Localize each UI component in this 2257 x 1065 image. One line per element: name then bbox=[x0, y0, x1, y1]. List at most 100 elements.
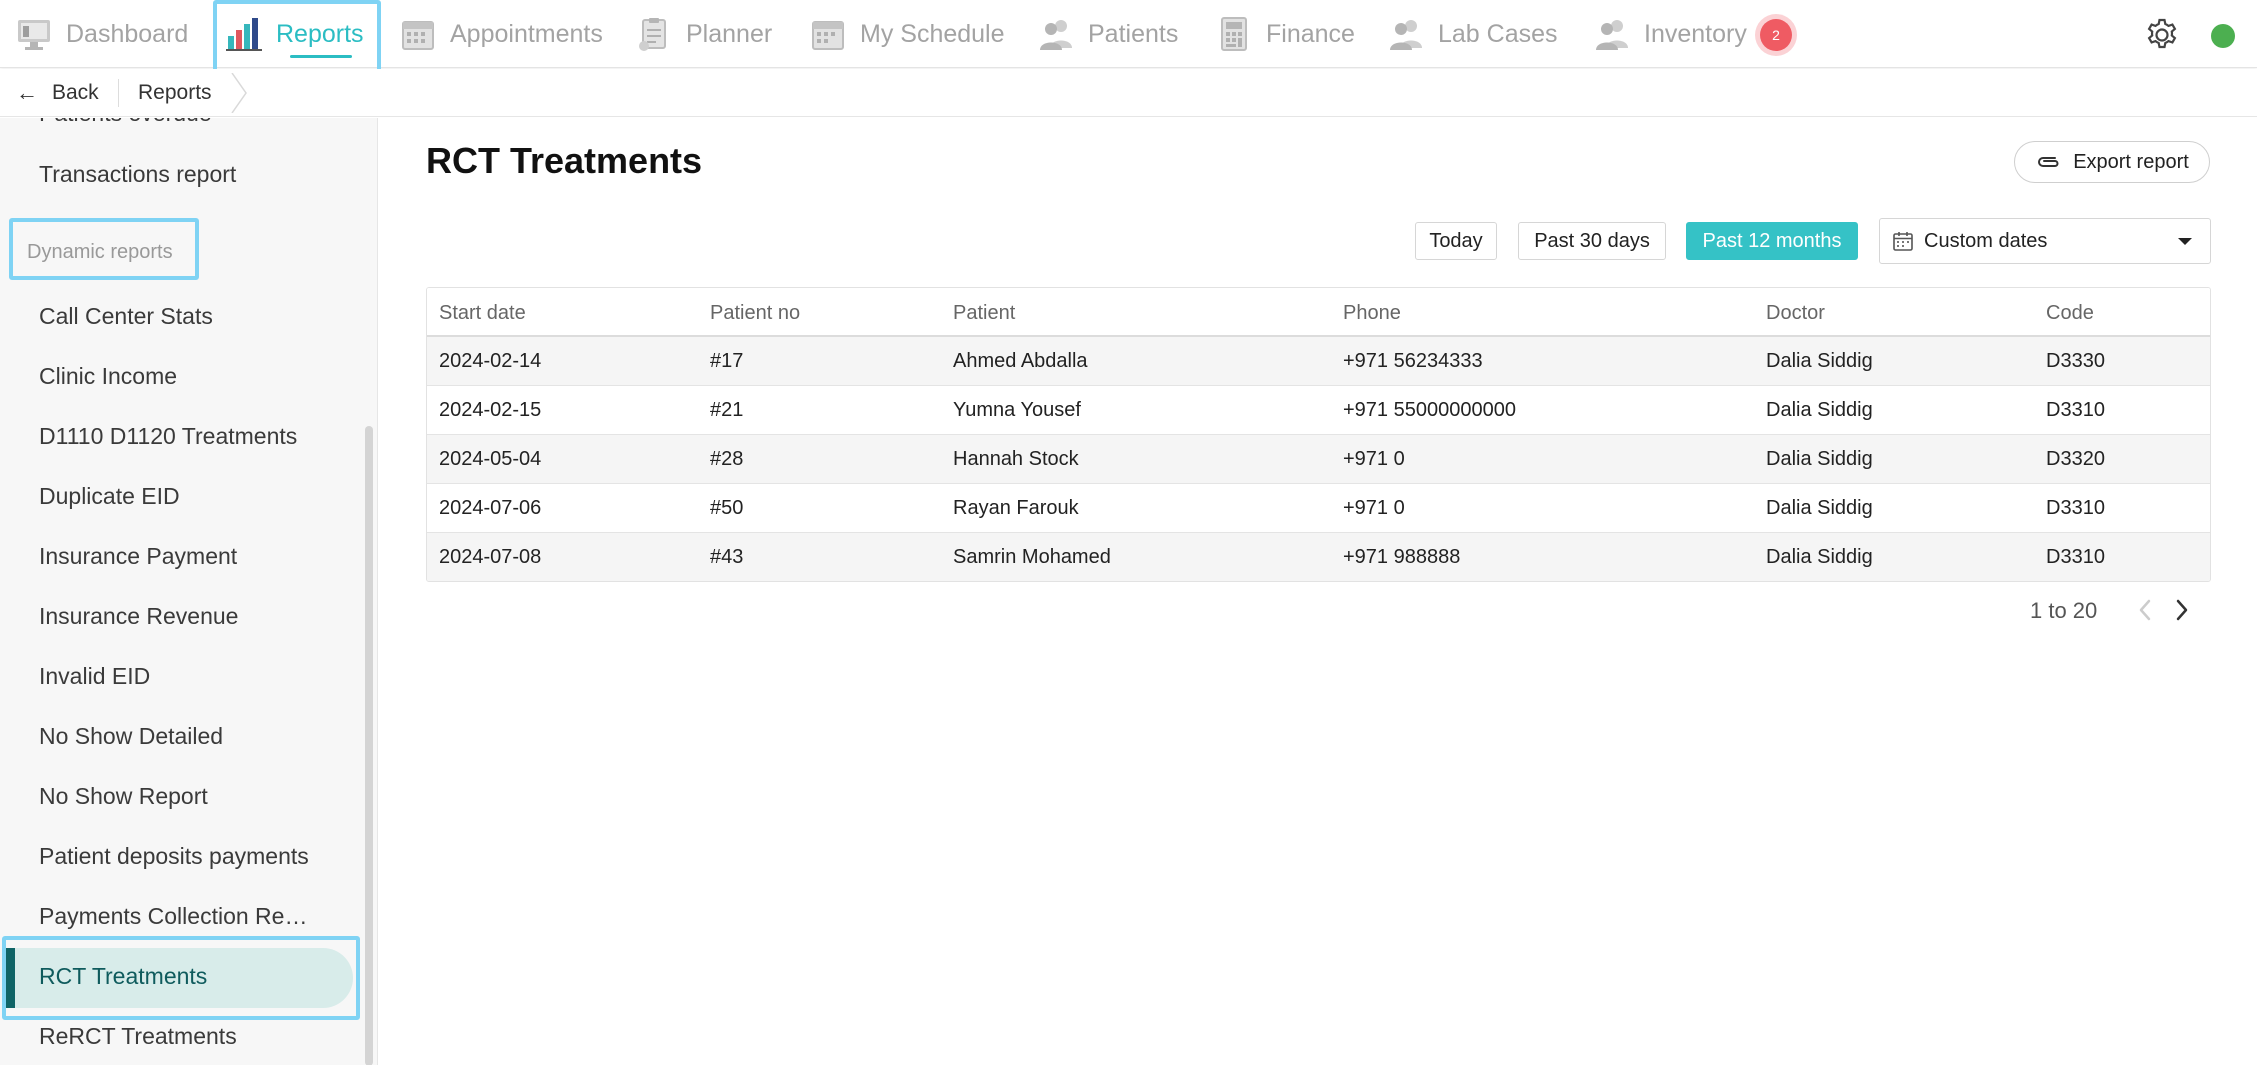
nav-my-schedule[interactable]: My Schedule bbox=[810, 0, 1005, 68]
chevron-down-icon bbox=[2178, 238, 2192, 245]
column-patient-no[interactable]: Patient no bbox=[710, 302, 800, 325]
top-navigation: Dashboard Reports Appointments Planner M… bbox=[0, 0, 2257, 68]
cell-doctor: Dalia Siddig bbox=[1766, 350, 1873, 372]
sidebar-item-duplicate-eid[interactable]: Duplicate EID bbox=[39, 483, 180, 510]
users-icon bbox=[1388, 16, 1424, 52]
cell-phone: +971 56234333 bbox=[1343, 350, 1483, 372]
nav-reports[interactable]: Reports bbox=[226, 0, 364, 68]
cell-patient-no: #50 bbox=[710, 497, 744, 519]
cell-patient: Rayan Farouk bbox=[953, 497, 1079, 519]
cell-phone: +971 0 bbox=[1343, 448, 1405, 470]
nav-lab-cases[interactable]: Lab Cases bbox=[1388, 0, 1558, 68]
column-start-date[interactable]: Start date bbox=[439, 302, 526, 325]
active-tab-underline bbox=[290, 55, 352, 58]
sidebar-item-call-center-stats[interactable]: Call Center Stats bbox=[39, 303, 213, 330]
sidebar-item-rerct-treatments[interactable]: ReRCT Treatments bbox=[39, 1023, 237, 1050]
cell-patient: Ahmed Abdalla bbox=[953, 350, 1088, 372]
cell-start-date: 2024-02-15 bbox=[439, 399, 542, 421]
calculator-icon bbox=[1216, 16, 1252, 52]
page-title: RCT Treatments bbox=[426, 140, 703, 181]
sidebar-item-patient-deposits-payments[interactable]: Patient deposits payments bbox=[39, 843, 309, 870]
sidebar-section-dynamic-reports: Dynamic reports bbox=[27, 241, 173, 263]
sidebar-item-clinic-income[interactable]: Clinic Income bbox=[39, 363, 177, 390]
nav-patients[interactable]: Patients bbox=[1038, 0, 1178, 68]
sidebar-item-insurance-payment[interactable]: Insurance Payment bbox=[39, 543, 237, 570]
cell-patient-no: #28 bbox=[710, 448, 744, 470]
nav-label: My Schedule bbox=[860, 19, 1005, 48]
back-button[interactable]: ← Back bbox=[16, 69, 99, 117]
cell-patient-no: #43 bbox=[710, 546, 744, 568]
sidebar-scrollbar[interactable] bbox=[365, 426, 373, 1065]
table-row[interactable]: 2024-07-06 #50 Rayan Farouk +971 0 Dalia… bbox=[427, 484, 2210, 533]
column-code[interactable]: Code bbox=[2046, 302, 2094, 325]
nav-label: Lab Cases bbox=[1438, 19, 1558, 48]
cell-patient-no: #21 bbox=[710, 399, 744, 421]
sidebar-item-patients-overdue[interactable]: Patients overdue bbox=[39, 118, 212, 127]
nav-label: Finance bbox=[1266, 19, 1355, 48]
nav-label: Dashboard bbox=[66, 19, 189, 48]
cell-code: D3330 bbox=[2046, 350, 2105, 372]
column-phone[interactable]: Phone bbox=[1343, 302, 1401, 325]
chevron-left-icon[interactable] bbox=[2135, 596, 2155, 624]
table-row[interactable]: 2024-02-15 #21 Yumna Yousef +971 5500000… bbox=[427, 386, 2210, 435]
nav-inventory[interactable]: Inventory bbox=[1594, 0, 1747, 68]
calendar-icon bbox=[810, 16, 846, 52]
range-today-button[interactable]: Today bbox=[1415, 222, 1497, 260]
rct-treatments-table: Start date Patient no Patient Phone Doct… bbox=[426, 287, 2211, 582]
divider bbox=[118, 79, 119, 107]
range-past-12-months-button[interactable]: Past 12 months bbox=[1686, 222, 1858, 260]
inventory-badge: 2 bbox=[1760, 19, 1792, 51]
cell-doctor: Dalia Siddig bbox=[1766, 497, 1873, 519]
sidebar-item-no-show-report[interactable]: No Show Report bbox=[39, 783, 208, 810]
custom-dates-select[interactable]: Custom dates bbox=[1879, 218, 2211, 264]
table-row[interactable]: 2024-05-04 #28 Hannah Stock +971 0 Dalia… bbox=[427, 435, 2210, 484]
calendar-icon bbox=[400, 16, 436, 52]
gear-icon[interactable] bbox=[2144, 17, 2180, 53]
back-label: Back bbox=[52, 81, 99, 104]
chevron-right-icon[interactable] bbox=[2172, 596, 2192, 624]
clipboard-icon bbox=[636, 16, 672, 52]
cell-doctor: Dalia Siddig bbox=[1766, 399, 1873, 421]
nav-label: Planner bbox=[686, 19, 773, 48]
sidebar-item-invalid-eid[interactable]: Invalid EID bbox=[39, 663, 150, 690]
column-patient[interactable]: Patient bbox=[953, 302, 1015, 325]
breadcrumb-chevron-icon bbox=[231, 73, 247, 113]
users-icon bbox=[1038, 16, 1074, 52]
sidebar-item-rct-treatments[interactable]: RCT Treatments bbox=[39, 963, 207, 990]
users-icon bbox=[1594, 16, 1630, 52]
column-doctor[interactable]: Doctor bbox=[1766, 302, 1825, 325]
cell-patient-no: #17 bbox=[710, 350, 744, 372]
nav-dashboard[interactable]: Dashboard bbox=[16, 0, 188, 68]
nav-planner[interactable]: Planner bbox=[636, 0, 772, 68]
cell-phone: +971 988888 bbox=[1343, 546, 1461, 568]
sidebar-item-payments-collection-report[interactable]: Payments Collection Re… bbox=[39, 903, 307, 930]
monitor-icon bbox=[16, 16, 52, 52]
breadcrumb[interactable]: Reports bbox=[138, 69, 212, 117]
nav-label: Appointments bbox=[450, 19, 603, 48]
cell-start-date: 2024-05-04 bbox=[439, 448, 542, 470]
cell-doctor: Dalia Siddig bbox=[1766, 448, 1873, 470]
cell-patient: Yumna Yousef bbox=[953, 399, 1081, 421]
calendar-icon bbox=[1893, 232, 1913, 251]
nav-finance[interactable]: Finance bbox=[1216, 0, 1355, 68]
sidebar-item-transactions-report[interactable]: Transactions report bbox=[39, 161, 236, 188]
table-row[interactable]: 2024-02-14 #17 Ahmed Abdalla +971 562343… bbox=[427, 337, 2210, 386]
cell-phone: +971 0 bbox=[1343, 497, 1405, 519]
reports-sidebar: Patients overdue Transactions report Dyn… bbox=[0, 118, 378, 1065]
sidebar-item-d1110-d1120-treatments[interactable]: D1110 D1120 Treatments bbox=[39, 423, 297, 450]
cell-start-date: 2024-07-08 bbox=[439, 546, 542, 568]
export-report-button[interactable]: Export report bbox=[2014, 141, 2210, 183]
cell-start-date: 2024-07-06 bbox=[439, 497, 542, 519]
nav-appointments[interactable]: Appointments bbox=[400, 0, 603, 68]
nav-label: Patients bbox=[1088, 19, 1179, 48]
range-past-30-days-button[interactable]: Past 30 days bbox=[1518, 222, 1666, 260]
pagination-range: 1 to 20 bbox=[2030, 598, 2098, 623]
custom-dates-label: Custom dates bbox=[1924, 229, 2048, 252]
sub-toolbar: ← Back Reports bbox=[0, 69, 2257, 117]
cell-start-date: 2024-02-14 bbox=[439, 350, 542, 372]
sidebar-active-indicator bbox=[5, 948, 15, 1008]
sidebar-item-insurance-revenue[interactable]: Insurance Revenue bbox=[39, 603, 238, 630]
sidebar-item-no-show-detailed[interactable]: No Show Detailed bbox=[39, 723, 223, 750]
table-row[interactable]: 2024-07-08 #43 Samrin Mohamed +971 98888… bbox=[427, 533, 2210, 581]
cell-patient: Hannah Stock bbox=[953, 448, 1079, 470]
